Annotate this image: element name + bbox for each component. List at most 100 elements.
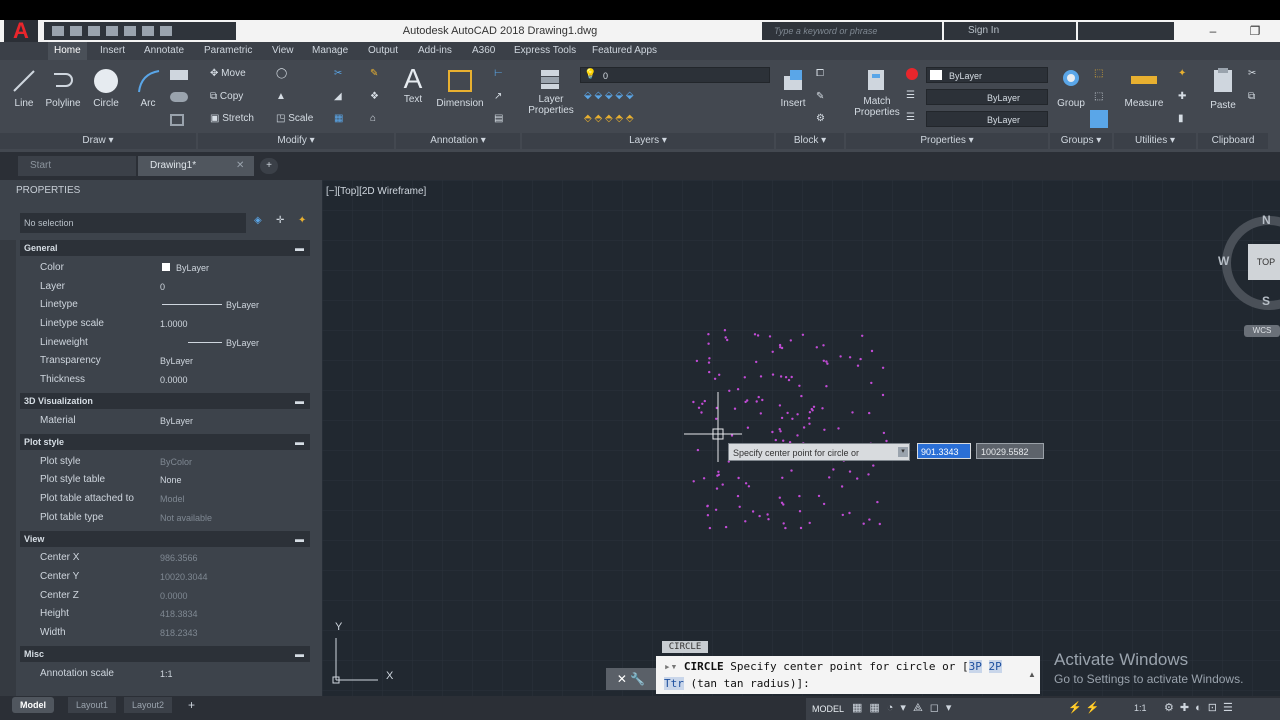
dynamic-options-icon[interactable]: ▾ — [898, 447, 908, 457]
model-space[interactable] — [322, 180, 1280, 696]
model-space-button[interactable]: MODEL — [808, 700, 848, 718]
new-tab-button[interactable]: + — [260, 158, 278, 174]
dynamic-y-input[interactable]: 10029.5582 — [976, 443, 1044, 459]
status-tools[interactable]: ⚙✚◐⊡☰ — [1164, 701, 1239, 714]
undo-icon[interactable] — [142, 26, 154, 36]
layer-properties-button[interactable]: Layer Properties — [526, 68, 576, 116]
id-point-icon[interactable]: ✚ — [1178, 91, 1186, 102]
restore-button[interactable]: ❐ — [1238, 20, 1272, 42]
calculator-icon[interactable]: ▮ — [1178, 113, 1184, 124]
tab-parametric[interactable]: Parametric — [204, 42, 252, 60]
viewport-controls[interactable]: [−][Top][2D Wireframe] — [326, 186, 426, 197]
explode-icon[interactable]: ❖ — [370, 91, 379, 102]
collapse-icon[interactable]: ▬ — [295, 240, 304, 256]
tab-add-ins[interactable]: Add-ins — [418, 42, 452, 60]
drafting-toggles[interactable]: ▦▦◔▾⟁◻▾ — [852, 701, 958, 715]
save-as-icon[interactable] — [106, 26, 118, 36]
save-icon[interactable] — [88, 26, 100, 36]
prop-value[interactable]: None — [160, 475, 182, 485]
color-dropdown[interactable]: ByLayer — [926, 67, 1048, 83]
wrench-icon[interactable]: 🔧 — [630, 672, 645, 686]
option-3p[interactable]: 3P — [968, 660, 982, 673]
color-wheel-icon[interactable] — [906, 68, 918, 80]
scale-button[interactable]: ◳ Scale — [276, 113, 313, 124]
erase-icon[interactable]: ✎ — [370, 68, 378, 79]
annotation-panel-label[interactable]: Annotation ▾ — [396, 133, 520, 149]
paste-button[interactable]: Paste — [1206, 66, 1240, 111]
recent-commands-icon[interactable]: ▸▾ — [664, 660, 684, 673]
copy-button[interactable]: ⧉ Copy — [210, 91, 243, 102]
new-layout-button[interactable]: + — [188, 698, 195, 712]
tab-insert[interactable]: Insert — [100, 42, 125, 60]
tab-model[interactable]: Model — [12, 697, 54, 713]
section-3d-visualization[interactable]: 3D Visualization ▬ — [20, 393, 310, 409]
open-icon[interactable] — [70, 26, 82, 36]
print-icon[interactable] — [124, 26, 136, 36]
tab-layout1[interactable]: Layout1 — [68, 697, 117, 713]
prop-value[interactable]: 1:1 — [160, 669, 173, 679]
rotate-icon[interactable]: ◯ — [276, 68, 287, 79]
rectangle-icon[interactable] — [170, 70, 188, 80]
wcs-menu[interactable]: WCS — [1244, 325, 1280, 337]
selection-dropdown[interactable]: No selection — [20, 213, 246, 233]
create-block-icon[interactable]: ⧠ — [816, 68, 824, 79]
dynamic-x-input[interactable]: 901.3343 — [917, 443, 971, 459]
tab-home[interactable]: Home — [48, 42, 87, 60]
prop-value[interactable]: 0 — [160, 282, 165, 292]
collapse-icon[interactable]: ▬ — [295, 393, 304, 409]
offset-icon[interactable]: ⌂ — [370, 113, 376, 124]
array-icon[interactable]: ▦ — [334, 113, 343, 124]
layers-panel-label[interactable]: Layers ▾ — [522, 133, 774, 149]
line-button[interactable]: Line — [10, 68, 38, 109]
utilities-panel-label[interactable]: Utilities ▾ — [1114, 133, 1196, 149]
group-select-icon[interactable] — [1090, 110, 1108, 128]
layer-tools-row2[interactable]: ⬘ ⬘ ⬘ ⬘ ⬘ — [584, 113, 634, 124]
prop-value[interactable]: ByLayer — [226, 300, 259, 310]
match-properties-button[interactable]: Match Properties — [852, 68, 902, 118]
block-panel-label[interactable]: Block ▾ — [776, 133, 844, 149]
polyline-button[interactable]: Polyline — [44, 68, 82, 109]
layer-dropdown[interactable]: 0 — [580, 67, 770, 83]
tab-output[interactable]: Output — [368, 42, 398, 60]
ungroup-icon[interactable]: ⬚ — [1094, 68, 1103, 79]
prop-value[interactable]: ByLayer — [226, 338, 259, 348]
palette-side-strip[interactable] — [0, 240, 16, 696]
tab-manage[interactable]: Manage — [312, 42, 348, 60]
measure-button[interactable]: Measure — [1120, 68, 1168, 109]
help-toolbar[interactable] — [1078, 22, 1174, 40]
prop-value[interactable]: ByLayer — [176, 263, 209, 273]
section-plot-style[interactable]: Plot style ▬ — [20, 434, 310, 450]
edit-block-icon[interactable]: ✎ — [816, 91, 824, 102]
modify-panel-label[interactable]: Modify ▾ — [198, 133, 394, 149]
section-view[interactable]: View ▬ — [20, 531, 310, 547]
stretch-button[interactable]: ▣ Stretch — [210, 113, 254, 124]
new-icon[interactable] — [52, 26, 64, 36]
collapse-icon[interactable]: ▬ — [295, 646, 304, 662]
section-general[interactable]: General ▬ — [20, 240, 310, 256]
annotation-toggles[interactable]: ⚡⚡ — [1068, 701, 1103, 714]
tab-start[interactable]: Start — [18, 156, 136, 176]
command-line-controls[interactable]: ✕ 🔧 — [606, 668, 656, 690]
prop-value[interactable]: ByLayer — [160, 416, 193, 426]
trim-icon[interactable]: ✂ — [334, 68, 342, 79]
linear-dim-icon[interactable]: ⊢ — [494, 68, 503, 79]
autocad-logo-icon[interactable]: A — [4, 20, 38, 42]
annotation-scale[interactable]: 1:1 — [1134, 703, 1147, 713]
close-tab-icon[interactable]: ✕ — [236, 160, 244, 171]
compass-west[interactable]: W — [1218, 254, 1229, 268]
hatch-icon[interactable] — [170, 114, 184, 126]
tab-express-tools[interactable]: Express Tools — [514, 42, 576, 60]
collapse-icon[interactable]: ▬ — [295, 434, 304, 450]
tab-view[interactable]: View — [272, 42, 294, 60]
fillet-icon[interactable]: ◢ — [334, 91, 342, 102]
ellipse-icon[interactable] — [170, 92, 188, 102]
tab-featured-apps[interactable]: Featured Apps — [592, 42, 657, 60]
search-input[interactable]: Type a keyword or phrase — [762, 22, 942, 40]
select-objects-icon[interactable]: ✛ — [276, 215, 284, 226]
mirror-icon[interactable]: ▲ — [276, 91, 286, 102]
clipboard-panel-label[interactable]: Clipboard — [1198, 133, 1268, 149]
linetype-dropdown[interactable]: ByLayer — [926, 89, 1048, 105]
toggle-pickadd-icon[interactable]: ◈ — [254, 215, 262, 226]
tab-layout2[interactable]: Layout2 — [124, 697, 173, 713]
command-history-toggle-icon[interactable]: ▲ — [1028, 670, 1036, 679]
